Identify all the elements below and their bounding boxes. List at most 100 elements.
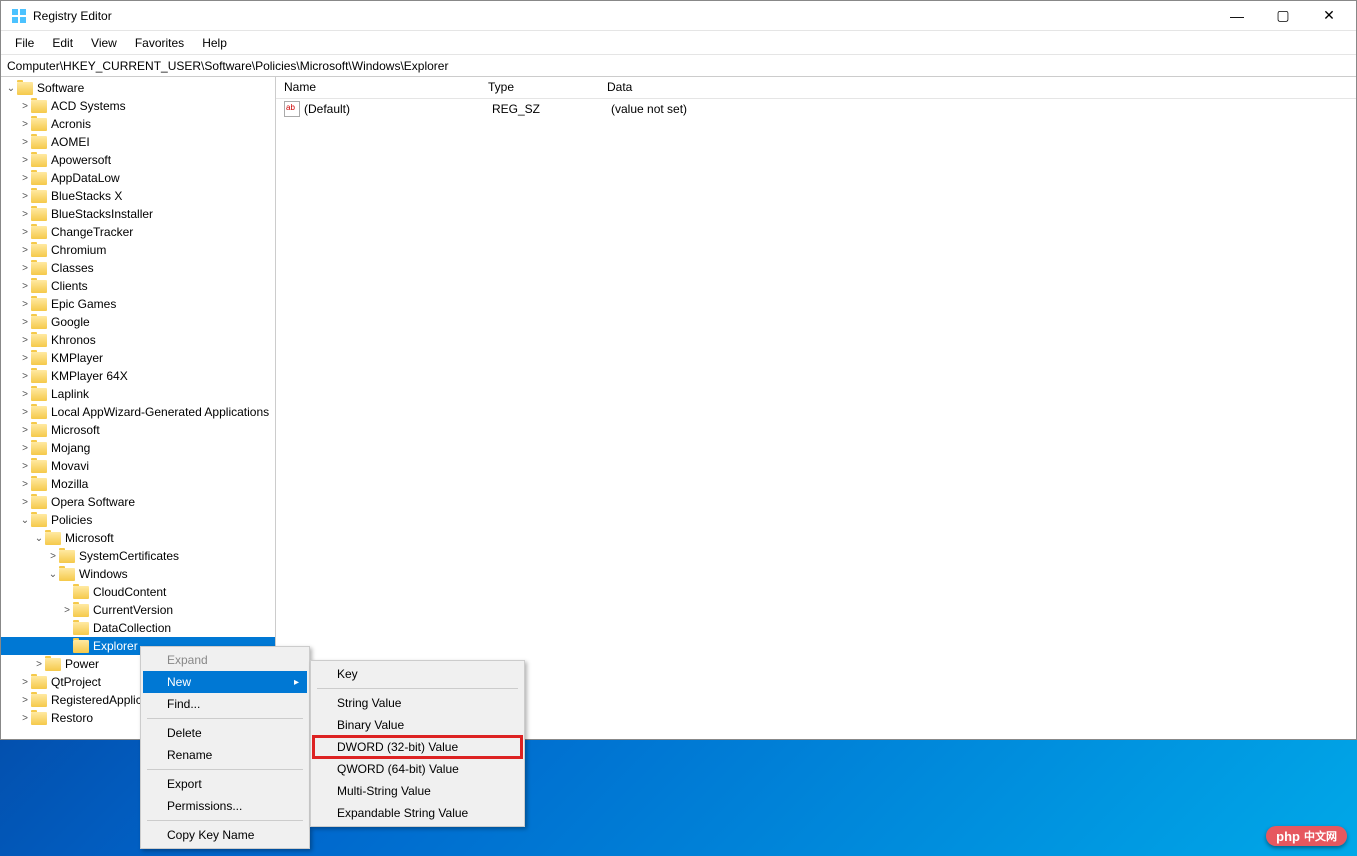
expander-icon[interactable]: > bbox=[19, 245, 31, 256]
tree-item-kmplayer-64x[interactable]: >KMPlayer 64X bbox=[1, 367, 275, 385]
menu-item-multi-string-value[interactable]: Multi-String Value bbox=[313, 780, 522, 802]
tree-item-local-appwizard-generated-applications[interactable]: >Local AppWizard-Generated Applications bbox=[1, 403, 275, 421]
minimize-button[interactable]: — bbox=[1214, 1, 1260, 31]
expander-icon[interactable]: > bbox=[33, 659, 45, 670]
folder-icon bbox=[31, 352, 47, 365]
list-pane[interactable]: Name Type Data (Default)REG_SZ(value not… bbox=[276, 77, 1356, 739]
expander-icon[interactable]: > bbox=[19, 335, 31, 346]
tree-item-epic-games[interactable]: >Epic Games bbox=[1, 295, 275, 313]
tree-item-currentversion[interactable]: >CurrentVersion bbox=[1, 601, 275, 619]
menu-help[interactable]: Help bbox=[194, 33, 235, 53]
expander-icon[interactable]: > bbox=[19, 155, 31, 166]
tree-item-acd-systems[interactable]: >ACD Systems bbox=[1, 97, 275, 115]
tree-item-software[interactable]: ⌄Software bbox=[1, 79, 275, 97]
col-header-data[interactable]: Data bbox=[599, 77, 1356, 98]
value-row[interactable]: (Default)REG_SZ(value not set) bbox=[276, 99, 1356, 119]
menu-item-export[interactable]: Export bbox=[143, 773, 307, 795]
tree-item-changetracker[interactable]: >ChangeTracker bbox=[1, 223, 275, 241]
menu-item-permissions-[interactable]: Permissions... bbox=[143, 795, 307, 817]
expander-icon[interactable]: > bbox=[19, 299, 31, 310]
tree-item-acronis[interactable]: >Acronis bbox=[1, 115, 275, 133]
tree-item-microsoft[interactable]: ⌄Microsoft bbox=[1, 529, 275, 547]
menu-item-new[interactable]: New bbox=[143, 671, 307, 693]
expander-icon[interactable]: > bbox=[47, 551, 59, 562]
expander-icon[interactable]: > bbox=[19, 695, 31, 706]
tree-item-chromium[interactable]: >Chromium bbox=[1, 241, 275, 259]
tree-item-classes[interactable]: >Classes bbox=[1, 259, 275, 277]
tree-item-kmplayer[interactable]: >KMPlayer bbox=[1, 349, 275, 367]
tree-item-windows[interactable]: ⌄Windows bbox=[1, 565, 275, 583]
tree-item-khronos[interactable]: >Khronos bbox=[1, 331, 275, 349]
menu-item-qword-64-bit-value[interactable]: QWORD (64-bit) Value bbox=[313, 758, 522, 780]
tree-pane[interactable]: ⌄Software>ACD Systems>Acronis>AOMEI>Apow… bbox=[1, 77, 276, 739]
col-header-type[interactable]: Type bbox=[480, 77, 599, 98]
expander-icon[interactable]: > bbox=[19, 371, 31, 382]
menu-item-key[interactable]: Key bbox=[313, 663, 522, 685]
list-body: (Default)REG_SZ(value not set) bbox=[276, 99, 1356, 119]
tree-item-clients[interactable]: >Clients bbox=[1, 277, 275, 295]
expander-icon[interactable]: > bbox=[19, 317, 31, 328]
expander-icon[interactable]: > bbox=[19, 191, 31, 202]
expander-icon[interactable]: ⌄ bbox=[33, 533, 45, 544]
expander-icon[interactable]: > bbox=[19, 425, 31, 436]
titlebar[interactable]: Registry Editor — ▢ ✕ bbox=[1, 1, 1356, 31]
expander-icon[interactable]: > bbox=[19, 281, 31, 292]
menu-file[interactable]: File bbox=[7, 33, 42, 53]
tree-item-opera-software[interactable]: >Opera Software bbox=[1, 493, 275, 511]
menu-item-rename[interactable]: Rename bbox=[143, 744, 307, 766]
expander-icon[interactable]: > bbox=[19, 407, 31, 418]
expander-icon[interactable]: > bbox=[19, 101, 31, 112]
menu-item-delete[interactable]: Delete bbox=[143, 722, 307, 744]
tree-item-google[interactable]: >Google bbox=[1, 313, 275, 331]
tree-item-systemcertificates[interactable]: >SystemCertificates bbox=[1, 547, 275, 565]
expander-icon[interactable]: > bbox=[19, 479, 31, 490]
tree-item-datacollection[interactable]: DataCollection bbox=[1, 619, 275, 637]
expander-icon[interactable]: > bbox=[19, 227, 31, 238]
tree-item-appdatalow[interactable]: >AppDataLow bbox=[1, 169, 275, 187]
expander-icon[interactable]: > bbox=[19, 461, 31, 472]
expander-icon[interactable]: > bbox=[61, 605, 73, 616]
tree-item-movavi[interactable]: >Movavi bbox=[1, 457, 275, 475]
tree-item-laplink[interactable]: >Laplink bbox=[1, 385, 275, 403]
folder-icon bbox=[31, 460, 47, 473]
menu-item-find-[interactable]: Find... bbox=[143, 693, 307, 715]
expander-icon[interactable]: > bbox=[19, 137, 31, 148]
tree-item-policies[interactable]: ⌄Policies bbox=[1, 511, 275, 529]
expander-icon[interactable]: > bbox=[19, 173, 31, 184]
expander-icon[interactable]: > bbox=[19, 497, 31, 508]
menu-item-copy-key-name[interactable]: Copy Key Name bbox=[143, 824, 307, 846]
maximize-button[interactable]: ▢ bbox=[1260, 1, 1306, 31]
tree-item-aomei[interactable]: >AOMEI bbox=[1, 133, 275, 151]
tree-item-mozilla[interactable]: >Mozilla bbox=[1, 475, 275, 493]
close-button[interactable]: ✕ bbox=[1306, 1, 1352, 31]
menu-item-expandable-string-value[interactable]: Expandable String Value bbox=[313, 802, 522, 824]
menu-item-dword-32-bit-value[interactable]: DWORD (32-bit) Value bbox=[313, 736, 522, 758]
menu-item-string-value[interactable]: String Value bbox=[313, 692, 522, 714]
expander-icon[interactable]: > bbox=[19, 353, 31, 364]
expander-icon[interactable]: > bbox=[19, 389, 31, 400]
expander-icon[interactable]: ⌄ bbox=[47, 569, 59, 580]
tree-item-cloudcontent[interactable]: CloudContent bbox=[1, 583, 275, 601]
tree-item-microsoft[interactable]: >Microsoft bbox=[1, 421, 275, 439]
watermark: php 中文网 bbox=[1266, 826, 1347, 846]
menu-item-binary-value[interactable]: Binary Value bbox=[313, 714, 522, 736]
tree-label: QtProject bbox=[51, 675, 101, 689]
expander-icon[interactable]: > bbox=[19, 119, 31, 130]
tree-item-apowersoft[interactable]: >Apowersoft bbox=[1, 151, 275, 169]
expander-icon[interactable]: ⌄ bbox=[19, 515, 31, 526]
col-header-name[interactable]: Name bbox=[276, 77, 480, 98]
folder-icon bbox=[31, 316, 47, 329]
expander-icon[interactable]: > bbox=[19, 263, 31, 274]
expander-icon[interactable]: > bbox=[19, 209, 31, 220]
expander-icon[interactable]: > bbox=[19, 443, 31, 454]
expander-icon[interactable]: > bbox=[19, 677, 31, 688]
menu-favorites[interactable]: Favorites bbox=[127, 33, 192, 53]
tree-item-mojang[interactable]: >Mojang bbox=[1, 439, 275, 457]
tree-item-bluestacksinstaller[interactable]: >BlueStacksInstaller bbox=[1, 205, 275, 223]
menu-view[interactable]: View bbox=[83, 33, 125, 53]
expander-icon[interactable]: > bbox=[19, 713, 31, 724]
menu-edit[interactable]: Edit bbox=[44, 33, 81, 53]
address-bar[interactable]: Computer\HKEY_CURRENT_USER\Software\Poli… bbox=[1, 55, 1356, 77]
expander-icon[interactable]: ⌄ bbox=[5, 83, 17, 94]
tree-item-bluestacks-x[interactable]: >BlueStacks X bbox=[1, 187, 275, 205]
